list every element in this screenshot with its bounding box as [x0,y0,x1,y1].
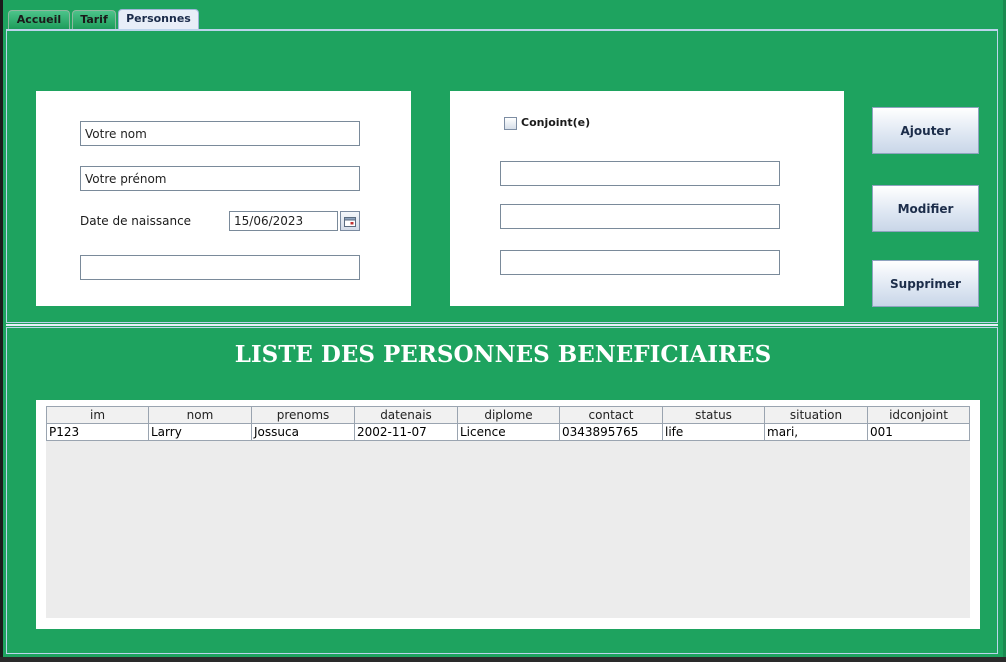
table-cell[interactable]: P123 [46,424,149,441]
spouse-field-3[interactable] [500,250,780,275]
extra-person-field[interactable] [80,255,360,280]
delete-button[interactable]: Supprimer [872,260,979,307]
spouse-field-2[interactable] [500,204,780,229]
column-header[interactable]: im [46,406,149,424]
spouse-field-1[interactable] [500,161,780,186]
column-header[interactable]: situation [765,406,868,424]
window-left-border [0,0,3,662]
list-title: LISTE DES PERSONNES BENEFICIAIRES [234,341,772,368]
column-header[interactable]: contact [560,406,663,424]
edit-button[interactable]: Modifier [872,185,979,232]
birthdate-label: Date de naissance [80,214,192,228]
table-cell[interactable]: Larry [149,424,252,441]
table-cell[interactable]: Licence [458,424,560,441]
person-panel: Date de naissance [36,91,411,306]
table-cell[interactable]: 2002-11-07 [355,424,458,441]
column-header[interactable]: datenais [355,406,458,424]
spouse-checkbox-label: Conjoint(e) [521,116,591,129]
column-header[interactable]: prenoms [252,406,355,424]
calendar-icon [344,216,356,227]
birthdate-field[interactable] [229,211,338,231]
column-header[interactable]: idconjoint [868,406,970,424]
table-cell[interactable]: 001 [868,424,970,441]
tab-personnes[interactable]: Personnes [118,9,199,30]
split-divider[interactable] [6,324,998,326]
spouse-checkbox[interactable] [504,117,517,130]
column-header[interactable]: nom [149,406,252,424]
tab-accueil[interactable]: Accueil [8,10,70,29]
calendar-button[interactable] [340,211,360,231]
window-bottom-border [0,657,1006,662]
beneficiaries-table: im nom prenoms datenais diplome contact … [36,400,980,629]
tab-tarif[interactable]: Tarif [72,10,116,29]
table-cell[interactable]: Jossuca [252,424,355,441]
column-header[interactable]: diplome [458,406,560,424]
name-field[interactable] [80,121,360,146]
firstname-field[interactable] [80,166,360,191]
table-cell[interactable]: life [663,424,765,441]
add-button[interactable]: Ajouter [872,107,979,154]
spouse-panel: Conjoint(e) [450,91,844,306]
column-header[interactable]: status [663,406,765,424]
table-cell[interactable]: mari, [765,424,868,441]
table-row[interactable]: P123 Larry Jossuca 2002-11-07 Licence 03… [46,424,970,441]
table-cell[interactable]: 0343895765 [560,424,663,441]
table-header: im nom prenoms datenais diplome contact … [46,406,970,424]
